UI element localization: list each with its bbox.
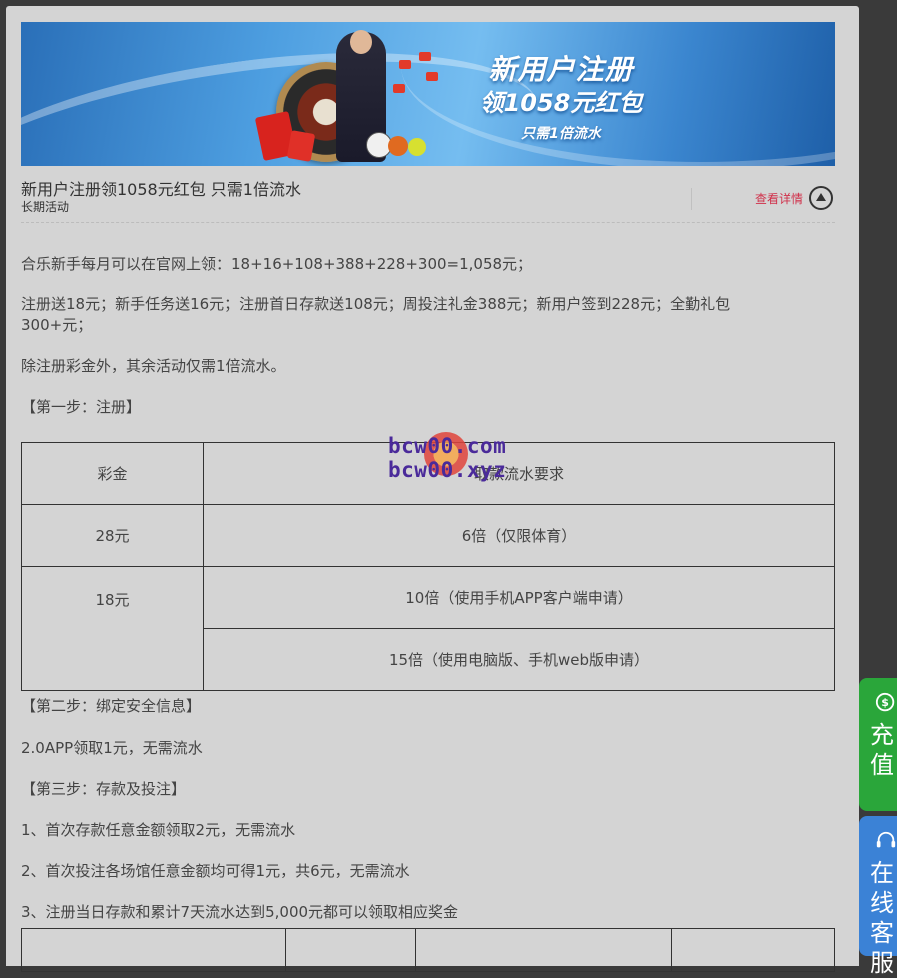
table-row: 28元 6倍（仅限体育） — [21, 504, 835, 567]
deposit-label: 充值 — [870, 721, 894, 779]
table-cell: 18元 — [21, 566, 204, 691]
support-side-button[interactable]: 在线客服 — [859, 816, 897, 977]
red-chip-icon — [419, 52, 431, 61]
step-2-heading: 【第二步：绑定安全信息】 — [21, 697, 202, 715]
bonus-list-text: 注册送18元；新手任务送16元；注册首日存款送108元；周投注礼金388元；新用… — [21, 295, 731, 334]
banner-headline: 新用户注册 领1058元红包 只需1倍流水 — [461, 52, 661, 146]
app-bonus-text: 2.0APP领取1元，无需流水 — [21, 739, 203, 757]
watermark-line-1: bcw00.com — [388, 434, 507, 458]
gift-box-icon — [286, 130, 316, 162]
table-cell — [21, 928, 286, 972]
banner-line-1: 新用户注册 — [488, 53, 634, 86]
site-watermark: bcw00.com bcw00.xyz — [388, 428, 528, 488]
step-3-heading: 【第三步：存款及投注】 — [21, 780, 187, 798]
step-1-heading: 【第一步：注册】 — [21, 398, 142, 416]
turnover-note: 除注册彩金外，其余活动仅需1倍流水。 — [21, 357, 286, 375]
promo-subtitle: 长期活动 — [21, 200, 70, 214]
table-cell — [671, 928, 835, 972]
watermark-line-2: bcw00.xyz — [388, 458, 507, 482]
headset-icon — [876, 831, 896, 848]
deposit-turnover-text: 3、注册当日存款和累计7天流水达到5,000元都可以领取相应奖金 — [21, 903, 459, 921]
promo-header: 新用户注册领1058元红包 只需1倍流水 长期活动 查看详情 — [21, 174, 835, 223]
table-header-cell: 彩金 — [21, 442, 204, 505]
view-details-link[interactable]: 查看详情 — [755, 190, 803, 207]
table-cell: 6倍（仅限体育） — [203, 504, 835, 567]
summary-text: 合乐新手每月可以在官网上领：18+16+108+388+228+300=1,05… — [21, 255, 533, 273]
red-chip-icon — [393, 84, 405, 93]
promo-title: 新用户注册领1058元红包 只需1倍流水 — [21, 180, 301, 199]
table-cell: 15倍（使用电脑版、手机web版申请） — [203, 628, 835, 691]
deposit-money-icon: $ — [875, 692, 895, 712]
table-cell: 10倍（使用手机APP客户端申请） — [203, 566, 835, 629]
banner-line-3: 只需1倍流水 — [521, 126, 601, 142]
red-chip-icon — [426, 72, 438, 81]
deposit-rules-table — [21, 928, 835, 972]
table-cell — [285, 928, 416, 972]
table-row: 18元 10倍（使用手机APP客户端申请） — [21, 566, 835, 691]
svg-text:$: $ — [881, 696, 889, 709]
banner-line-2: 领1058元红包 — [479, 89, 643, 117]
collapse-up-icon[interactable] — [809, 186, 833, 210]
header-divider — [691, 188, 692, 210]
first-deposit-text: 1、首次存款任意金额领取2元，无需流水 — [21, 821, 296, 839]
support-label: 在线客服 — [870, 859, 894, 977]
table-cell: 28元 — [21, 504, 204, 567]
first-bet-text: 2、首次投注各场馆任意金额均可得1元，共6元，无需流水 — [21, 862, 410, 880]
red-chip-icon — [399, 60, 411, 69]
table-cell — [415, 928, 672, 972]
sports-balls-icon — [366, 122, 436, 158]
promo-banner: 新用户注册 领1058元红包 只需1倍流水 — [21, 22, 835, 166]
table-row — [21, 928, 835, 972]
deposit-side-button[interactable]: $ 充值 — [859, 678, 897, 811]
